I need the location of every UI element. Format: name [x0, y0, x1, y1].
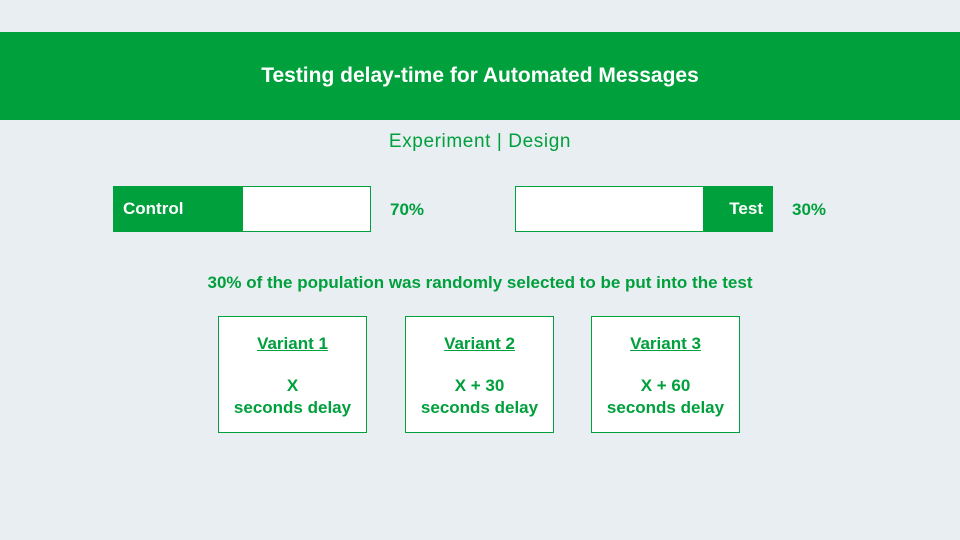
variant-card-1: Variant 1 X seconds delay	[218, 316, 367, 433]
variant-title: Variant 3	[630, 334, 701, 353]
header-banner: Testing delay-time for Automated Message…	[0, 32, 960, 120]
variant-delay-value: X + 60	[640, 376, 691, 395]
population-note: 30% of the population was randomly selec…	[207, 273, 753, 292]
control-fill: Control	[114, 187, 244, 231]
variant-title: Variant 2	[444, 334, 515, 353]
variant-card-2: Variant 2 X + 30 seconds delay	[405, 316, 554, 433]
control-label: Control	[123, 199, 184, 218]
test-percent: 30%	[792, 200, 827, 219]
variant-delay-unit: seconds delay	[233, 398, 352, 417]
variant-delay-unit: seconds delay	[606, 398, 725, 417]
test-fill: Test	[702, 187, 772, 231]
variant-delay-value: X	[286, 376, 299, 395]
variant-title: Variant 1	[257, 334, 328, 353]
control-split-bar: Control	[113, 186, 371, 232]
test-label: Test	[729, 199, 763, 218]
page-title: Testing delay-time for Automated Message…	[261, 64, 699, 87]
variant-delay-value: X + 30	[454, 376, 505, 395]
page-subtitle: Experiment | Design	[388, 131, 572, 152]
control-percent: 70%	[390, 200, 425, 219]
test-split-bar: Test	[515, 186, 773, 232]
variant-card-3: Variant 3 X + 60 seconds delay	[591, 316, 740, 433]
variant-delay-unit: seconds delay	[420, 398, 539, 417]
